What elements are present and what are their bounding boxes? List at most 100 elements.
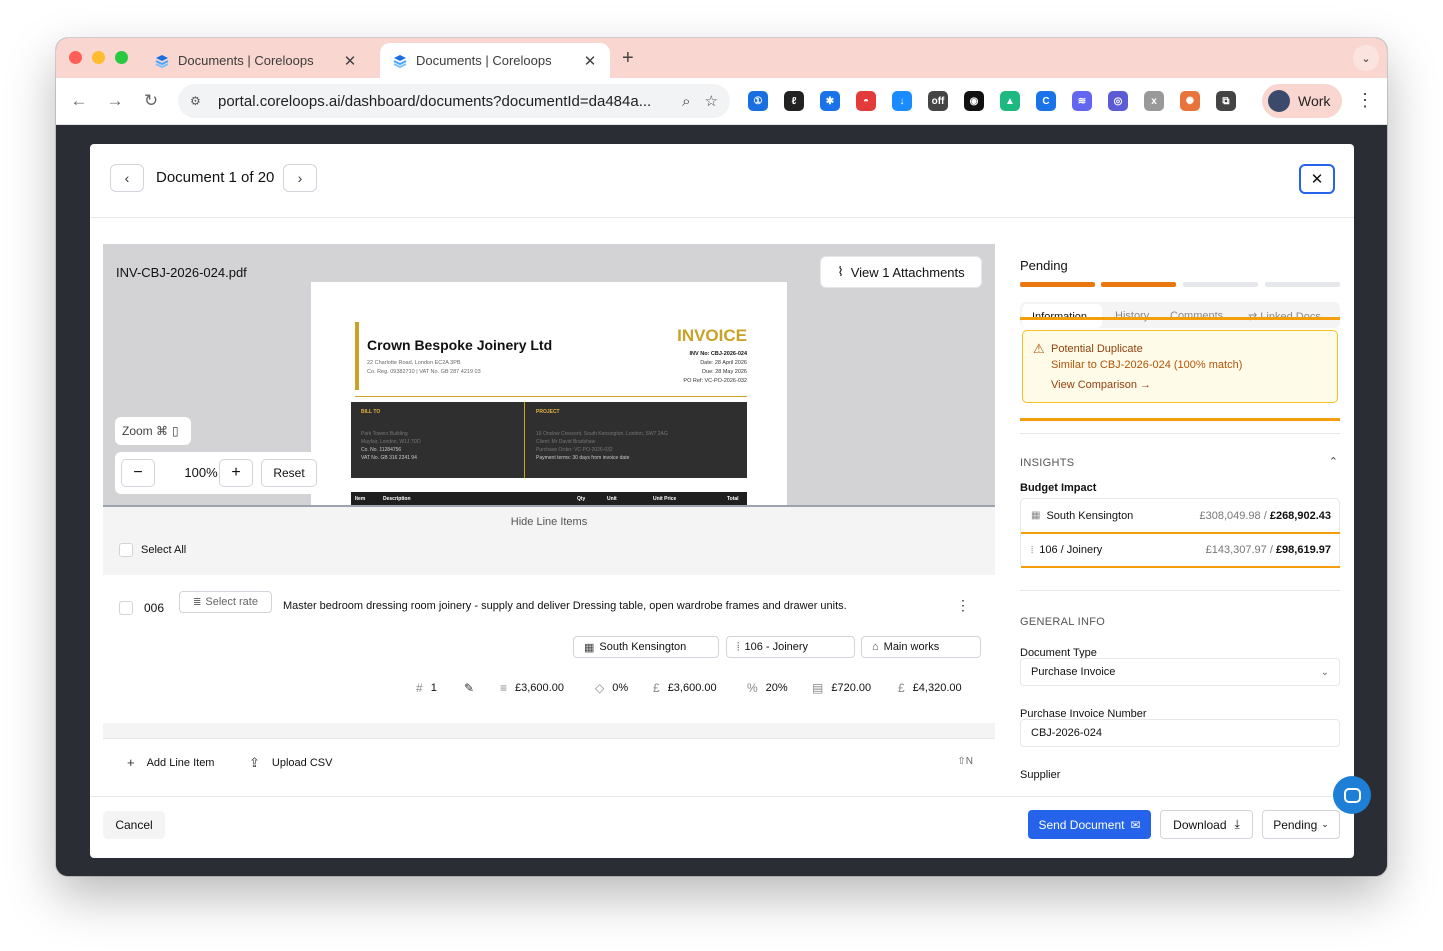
barcode-icon: ⦙ <box>1031 544 1034 556</box>
category-tag[interactable]: ⌂ Main works <box>861 636 981 658</box>
upload-csv-button[interactable]: ⇪ Upload CSV <box>249 755 332 771</box>
blocked-ext-icon[interactable]: x <box>1144 91 1164 111</box>
coins-icon: ≡ <box>500 681 508 695</box>
select-all-row[interactable]: Select All <box>103 535 995 565</box>
status-dropdown-label: Pending <box>1273 817 1318 832</box>
tab-search-chevron-icon[interactable]: ⌄ <box>1353 45 1379 71</box>
budget-row[interactable]: ▦ South Kensington £308,049.98 / £268,90… <box>1021 499 1340 534</box>
address-bar[interactable]: ⚙ portal.coreloops.ai/dashboard/document… <box>178 84 730 118</box>
download-icon[interactable]: ↓ <box>892 91 912 111</box>
close-window-button[interactable] <box>69 51 82 64</box>
unit-field[interactable]: ✎ <box>464 681 482 695</box>
invoice-divider <box>355 396 747 397</box>
view-attachments-button[interactable]: ⌇ View 1 Attachments <box>820 256 982 288</box>
quantity-field[interactable]: # 1 <box>416 681 437 695</box>
zoom-out-button[interactable]: − <box>121 459 155 487</box>
site-settings-icon[interactable]: ⚙ <box>190 94 208 108</box>
puzzle-icon[interactable]: ⧉ <box>1216 91 1236 111</box>
send-document-button[interactable]: Send Document ✉ <box>1028 810 1151 839</box>
bookmark-star-icon[interactable]: ☆ <box>705 92 718 110</box>
tab-close-icon[interactable]: ✕ <box>582 52 598 70</box>
back-arrow-icon[interactable]: ← <box>68 91 90 111</box>
browser-tab-1[interactable]: Documents | Coreloops ✕ <box>142 43 370 78</box>
select-rate-button[interactable]: ≣ Select rate <box>179 591 272 613</box>
reload-icon[interactable]: ↻ <box>140 91 162 111</box>
total-field[interactable]: £ £4,320.00 <box>898 681 962 695</box>
tab-title: Documents | Coreloops <box>416 53 552 68</box>
subtotal-value: £3,600.00 <box>667 682 717 694</box>
waveform-icon[interactable]: ≋ <box>1072 91 1092 111</box>
add-line-item-button[interactable]: + Add Line Item <box>127 755 214 770</box>
minimize-window-button[interactable] <box>92 51 105 64</box>
budget-row-label: South Kensington <box>1046 509 1134 522</box>
sunburst-icon[interactable]: ✺ <box>1180 91 1200 111</box>
profile-label: Work <box>1298 93 1331 109</box>
cost-code-tag[interactable]: ⦙ 106 - Joinery <box>726 636 855 658</box>
budget-from: £143,307.97 <box>1205 544 1267 556</box>
1password-icon[interactable]: ① <box>748 91 768 111</box>
chevron-right-icon: › <box>297 170 303 186</box>
line-item-code: 006 <box>144 601 165 615</box>
line-item-description[interactable]: Master bedroom dressing room joinery - s… <box>283 600 847 612</box>
table-header: Item <box>355 496 366 502</box>
profile-button[interactable]: Work <box>1262 84 1342 118</box>
vat-amount-value: £720.00 <box>831 682 872 694</box>
chat-support-button[interactable] <box>1333 776 1371 814</box>
bill-to-company-no: Co. No. 11284756 <box>361 447 402 453</box>
disk-icon[interactable]: ◉ <box>964 91 984 111</box>
zoom-controls: − 100% + Reset <box>115 452 319 494</box>
new-tab-icon[interactable]: + <box>622 47 634 70</box>
chevron-up-icon[interactable]: ⌃ <box>1329 455 1338 468</box>
purchase-invoice-number-value: CBJ-2026-024 <box>1031 727 1102 739</box>
net-amount-field[interactable]: ≡ £3,600.00 <box>500 681 564 695</box>
snowflake-icon[interactable]: ✱ <box>820 91 840 111</box>
status-dropdown[interactable]: Pending ⌄ <box>1262 810 1340 839</box>
tag-label: South Kensington <box>599 641 687 653</box>
swirl-icon[interactable]: ◎ <box>1108 91 1128 111</box>
c-circle-icon[interactable]: C <box>1036 91 1056 111</box>
signature-icon[interactable]: ℓ <box>784 91 804 111</box>
budget-from: £308,049.98 <box>1199 509 1261 522</box>
invoice-due: Due: 28 May 2026 <box>702 369 747 375</box>
budget-impact-heading: Budget Impact <box>1020 482 1097 494</box>
cancel-button[interactable]: Cancel <box>103 811 165 839</box>
more-vertical-icon[interactable]: ⋮ <box>956 597 970 614</box>
select-all-checkbox[interactable] <box>119 543 133 557</box>
pound-circle-icon: £ <box>653 681 660 695</box>
project-terms: Payment terms: 30 days from invoice date <box>536 455 630 461</box>
browser-menu-icon[interactable]: ⋮ <box>1356 90 1374 111</box>
vat-rate-field[interactable]: % 20% <box>747 681 788 695</box>
purchase-invoice-number-input[interactable]: CBJ-2026-024 <box>1020 719 1340 747</box>
attachments-label: View 1 Attachments <box>850 264 965 280</box>
url-text[interactable]: portal.coreloops.ai/dashboard/documents?… <box>218 93 668 110</box>
android-icon[interactable]: ▲ <box>1000 91 1020 111</box>
subtotal-field[interactable]: £ £3,600.00 <box>653 681 717 695</box>
location-tag[interactable]: ▦ South Kensington <box>573 636 719 658</box>
tab-close-icon[interactable]: ✕ <box>342 52 358 70</box>
chevron-left-icon: ‹ <box>124 170 130 186</box>
pdf-preview[interactable]: INV-CBJ-2026-024.pdf Crown Bespoke Joine… <box>103 244 995 507</box>
invoice-accent-bar <box>355 322 359 390</box>
zoom-reset-button[interactable]: Reset <box>261 459 317 487</box>
ruler-icon: ✎ <box>464 681 475 695</box>
hide-line-items-toggle[interactable]: Hide Line Items <box>103 509 995 535</box>
discount-value: 0% <box>612 682 629 694</box>
download-button[interactable]: Download ⤓ <box>1160 810 1253 839</box>
close-modal-button[interactable]: ✕ <box>1299 164 1335 194</box>
project-line: Client: Mr David Bradshaw <box>536 439 596 445</box>
zoom-in-button[interactable]: + <box>219 459 253 487</box>
avatar <box>1268 90 1290 112</box>
forward-arrow-icon[interactable]: → <box>104 91 126 111</box>
off-badge-icon[interactable]: off <box>928 91 948 111</box>
line-item-checkbox[interactable] <box>119 601 133 615</box>
browser-tab-2[interactable]: Documents | Coreloops ✕ <box>380 43 610 78</box>
vat-amount-field[interactable]: ▤ £720.00 <box>812 681 871 695</box>
next-document-button[interactable]: › <box>283 164 317 192</box>
document-type-select[interactable]: Purchase Invoice ⌄ <box>1020 658 1340 686</box>
discount-field[interactable]: ◇ 0% <box>595 681 628 695</box>
pokeball-icon[interactable]: ◓ <box>856 91 876 111</box>
budget-row[interactable]: ⦙ 106 / Joinery £143,307.97 / £98,619.97 <box>1021 534 1340 568</box>
prev-document-button[interactable]: ‹ <box>110 164 144 192</box>
maximize-window-button[interactable] <box>115 51 128 64</box>
zoom-magnifier-icon[interactable]: ⌕ <box>682 93 690 110</box>
